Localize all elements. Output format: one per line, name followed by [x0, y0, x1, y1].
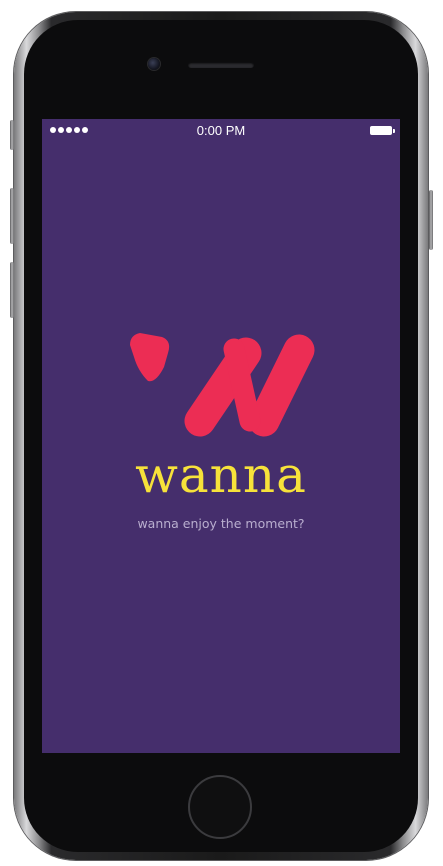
mute-switch: [10, 120, 14, 150]
app-tagline: wanna enjoy the moment?: [137, 516, 305, 531]
battery-icon: [370, 126, 395, 135]
home-button[interactable]: [188, 775, 252, 839]
device-mockup: 0:00 PM wanna wanna enjoy the moment?: [0, 0, 443, 866]
splash-screen: 0:00 PM wanna wanna enjoy the moment?: [42, 119, 400, 753]
power-button: [429, 190, 433, 250]
status-time: 0:00 PM: [196, 123, 246, 138]
volume-up-button: [10, 188, 14, 244]
volume-down-button: [10, 262, 14, 318]
earpiece-speaker: [188, 62, 254, 68]
app-name: wanna: [135, 446, 307, 504]
front-camera: [148, 58, 160, 70]
wanna-w-logo-icon: [130, 333, 315, 437]
status-bar: 0:00 PM: [42, 119, 400, 143]
